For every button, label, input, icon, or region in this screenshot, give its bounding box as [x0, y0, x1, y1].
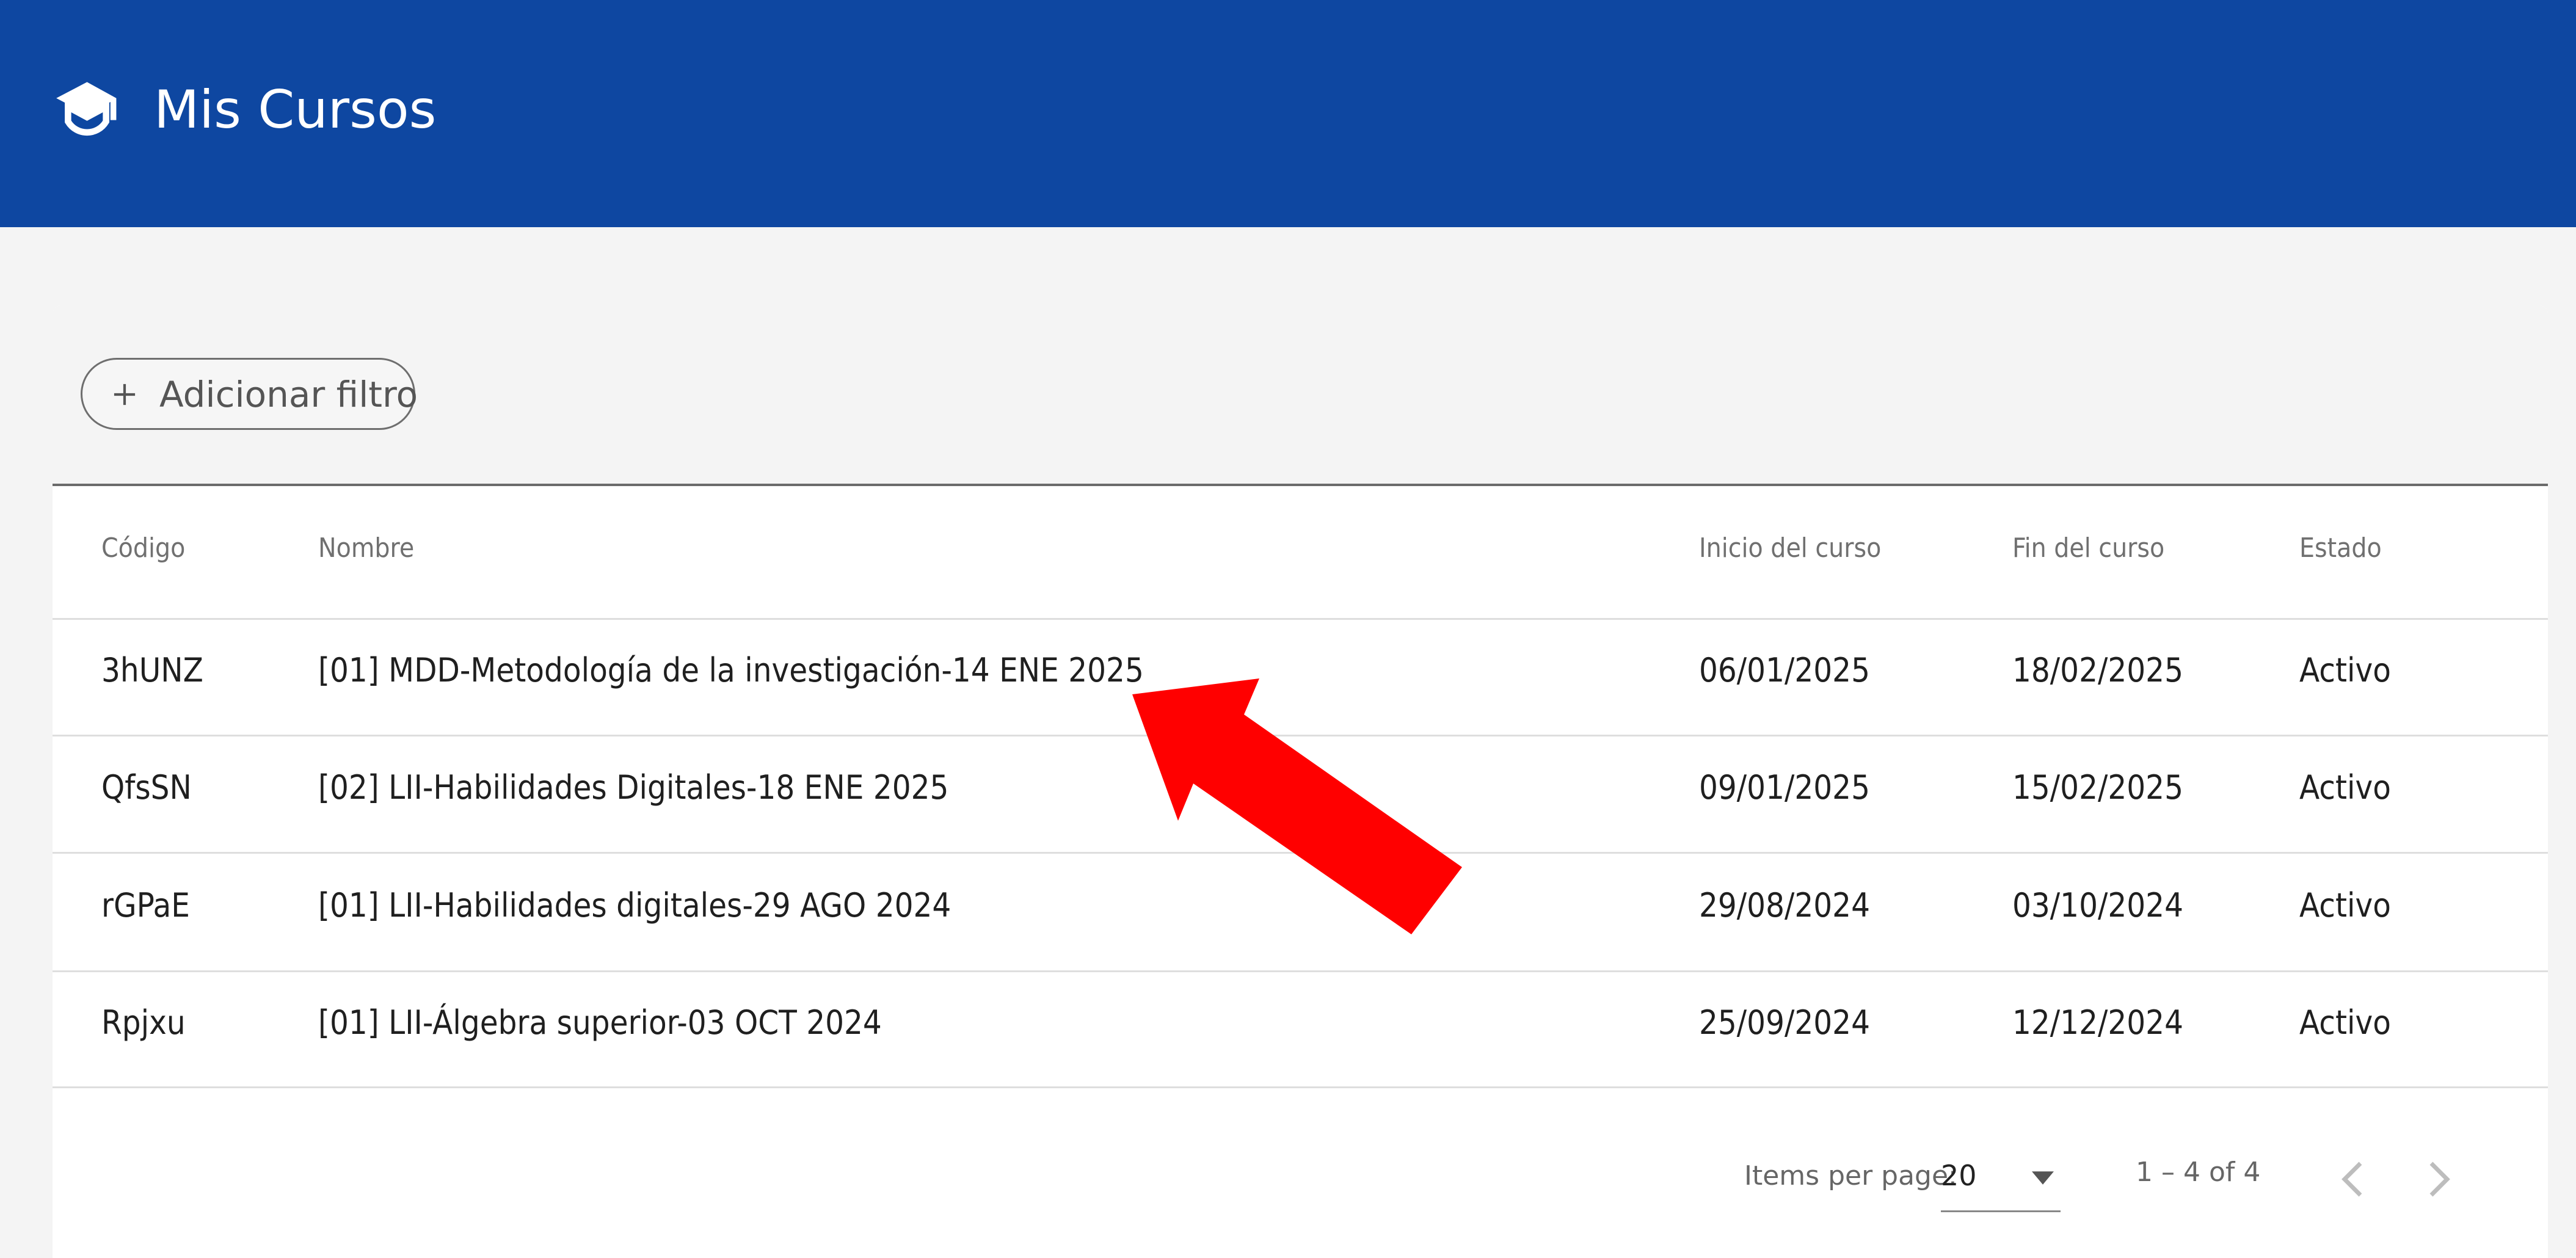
cell-start: 25/09/2024: [1699, 1003, 1870, 1042]
page-title: Mis Cursos: [154, 79, 437, 140]
row-divider: [53, 1086, 2548, 1088]
items-per-page-label: Items per page:: [1744, 1160, 1957, 1191]
cell-name[interactable]: [01] MDD-Metodología de la investigación…: [318, 651, 1144, 689]
app-header: Mis Cursos: [0, 0, 2576, 227]
graduation-cap-icon: [56, 82, 117, 136]
cell-name[interactable]: [02] LII-Habilidades Digitales-18 ENE 20…: [318, 768, 948, 807]
cell-status: Activo: [2299, 651, 2391, 689]
cell-status: Activo: [2299, 768, 2391, 807]
column-header-code[interactable]: Código: [101, 533, 185, 564]
chevron-left-icon[interactable]: [2337, 1158, 2368, 1201]
cell-status: Activo: [2299, 886, 2391, 925]
cell-end: 12/12/2024: [2012, 1003, 2183, 1042]
cell-code[interactable]: QfsSN: [101, 768, 192, 807]
page-range-label: 1 – 4 of 4: [2136, 1157, 2261, 1188]
cell-name[interactable]: [01] LII-Habilidades digitales-29 AGO 20…: [318, 886, 951, 925]
filter-bar: Adicionar filtro: [53, 305, 2548, 486]
chevron-right-icon[interactable]: [2423, 1158, 2455, 1201]
cell-start: 09/01/2025: [1699, 768, 1870, 807]
cell-end: 15/02/2025: [2012, 768, 2183, 807]
add-filter-button[interactable]: Adicionar filtro: [81, 358, 418, 430]
add-filter-label: Adicionar filtro: [159, 374, 418, 415]
items-per-page-select[interactable]: 20: [1941, 1159, 1977, 1192]
cell-name[interactable]: [01] LII-Álgebra superior-03 OCT 2024: [318, 1003, 882, 1042]
plus-icon: [114, 384, 136, 405]
column-header-name[interactable]: Nombre: [318, 533, 414, 564]
cell-code[interactable]: Rpjxu: [101, 1003, 186, 1042]
column-header-end[interactable]: Fin del curso: [2012, 533, 2164, 564]
column-header-status[interactable]: Estado: [2299, 533, 2382, 564]
row-divider: [53, 970, 2548, 972]
cell-code[interactable]: 3hUNZ: [101, 651, 203, 689]
cell-end: 18/02/2025: [2012, 651, 2183, 689]
dropdown-arrow-icon[interactable]: [2032, 1171, 2054, 1185]
red-arrow-icon: [1132, 678, 1462, 934]
select-underline: [1941, 1210, 2061, 1212]
cell-status: Activo: [2299, 1003, 2391, 1042]
cell-start: 06/01/2025: [1699, 651, 1870, 689]
cell-code[interactable]: rGPaE: [101, 886, 190, 925]
column-header-start[interactable]: Inicio del curso: [1699, 533, 1881, 564]
row-divider: [53, 618, 2548, 620]
cell-end: 03/10/2024: [2012, 886, 2183, 925]
cell-start: 29/08/2024: [1699, 886, 1870, 925]
